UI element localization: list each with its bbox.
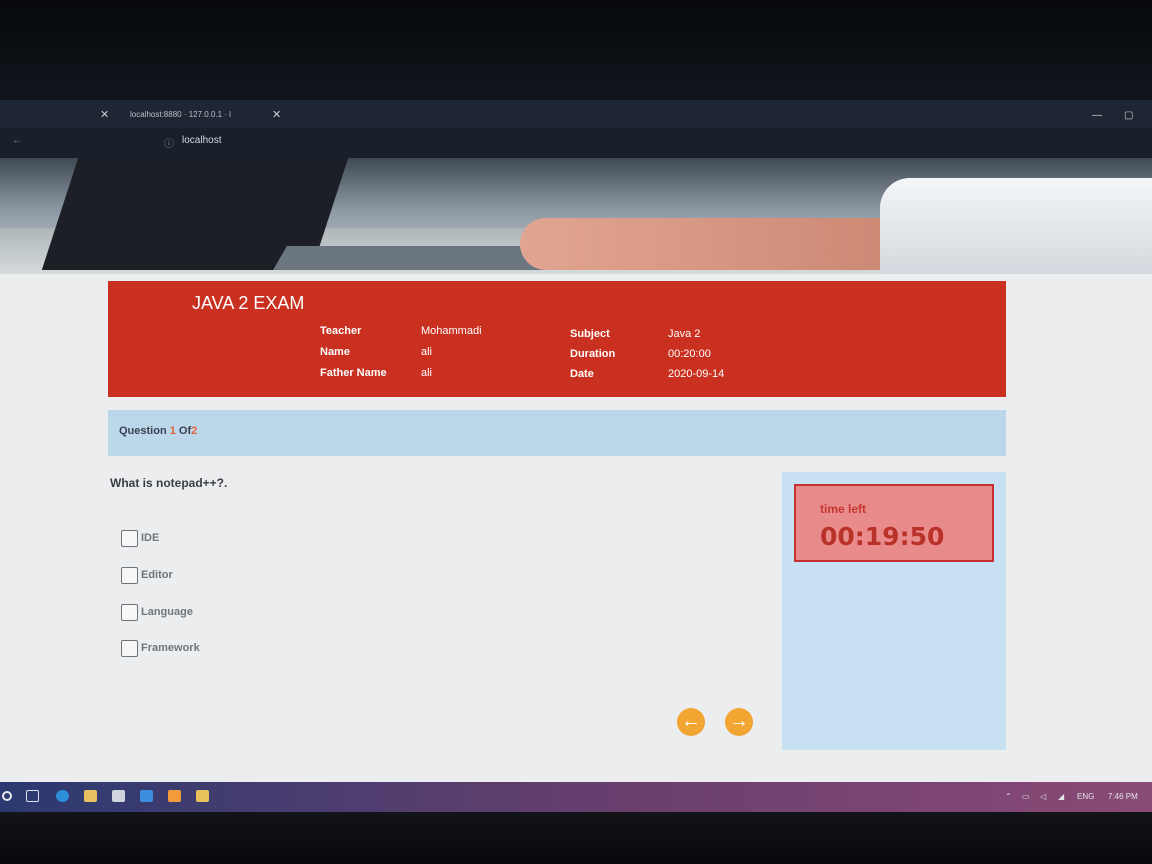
mail-icon[interactable] [140, 790, 153, 802]
arrow-right-icon: → [729, 710, 749, 732]
hero-hand [520, 218, 940, 270]
app-icon[interactable] [168, 790, 181, 802]
father-name-label: Father Name [320, 367, 387, 379]
name-label: Name [320, 346, 350, 358]
teacher-value: Mohammadi [421, 325, 482, 337]
close-tab-icon[interactable]: ✕ [100, 104, 109, 126]
screen: ✕ localhost:8880 · 127.0.0.1 · l ✕ — ▢ ←… [0, 100, 1152, 812]
previous-question-button[interactable]: ← [677, 708, 705, 736]
url-field[interactable]: localhost [182, 135, 221, 146]
timer-panel: time left 00:19:50 [782, 472, 1006, 750]
language-indicator[interactable]: ENG [1077, 792, 1094, 801]
info-icon: ⓘ [164, 139, 174, 150]
file-explorer-icon[interactable] [84, 790, 97, 802]
volume-icon[interactable]: ◁ [1040, 792, 1046, 801]
task-view-icon[interactable] [26, 790, 39, 802]
maximize-icon[interactable]: ▢ [1124, 110, 1133, 121]
question-counter-of: Of [178, 425, 192, 437]
option-label[interactable]: Language [141, 606, 193, 618]
option-label[interactable]: IDE [141, 532, 159, 544]
subject-label: Subject [570, 328, 610, 340]
hero-sleeve [880, 178, 1152, 274]
question-current: 1 [169, 425, 176, 437]
option-label[interactable]: Framework [141, 642, 200, 654]
tray-up-icon[interactable]: ⌃ [1005, 792, 1012, 801]
timer-box: time left 00:19:50 [794, 484, 994, 562]
edge-icon[interactable] [56, 790, 69, 802]
cortana-icon[interactable] [2, 791, 12, 801]
name-value: ali [421, 346, 433, 358]
timer-label: time left [820, 502, 867, 516]
question-progress-bar: Question 1 Of2 [108, 410, 1006, 456]
exam-header: JAVA 2 EXAM Teacher Mohammadi Name ali F… [108, 281, 1006, 397]
father-name-value: ali [421, 367, 433, 379]
duration-label: Duration [570, 348, 616, 360]
option-label[interactable]: Editor [141, 569, 173, 581]
close-tab-icon[interactable]: ✕ [272, 104, 281, 126]
windows-taskbar: ⌃ ▭ ◁ ◢ ENG 7:46 PM [0, 782, 1152, 812]
question-total: 2 [191, 425, 198, 437]
teacher-label: Teacher [320, 325, 362, 337]
option-checkbox[interactable] [121, 567, 138, 584]
option-checkbox[interactable] [121, 530, 138, 547]
monitor-bezel-bottom [0, 812, 1152, 864]
minimize-icon[interactable]: — [1092, 110, 1102, 121]
back-icon[interactable]: ← [12, 135, 22, 146]
question-text: What is notepad++?. [110, 476, 228, 490]
date-value: 2020-09-14 [668, 368, 725, 380]
hero-banner [0, 158, 1152, 274]
exam-title: JAVA 2 EXAM [192, 293, 305, 313]
address-bar: ← ⓘ localhost [0, 128, 1152, 158]
browser-tab[interactable]: localhost:8880 · 127.0.0.1 · l [130, 104, 231, 126]
browser-tab-bar: ✕ localhost:8880 · 127.0.0.1 · l ✕ — ▢ [0, 100, 1152, 128]
exam-content: JAVA 2 EXAM Teacher Mohammadi Name ali F… [0, 274, 1152, 782]
store-icon[interactable] [112, 790, 125, 802]
timer-value: 00:19:50 [820, 522, 945, 551]
arrow-left-icon: ← [681, 710, 701, 732]
network-icon[interactable]: ◢ [1058, 792, 1064, 801]
battery-icon[interactable]: ▭ [1022, 792, 1030, 801]
question-counter: Question 1 Of2 [119, 425, 197, 437]
monitor-bezel-top [0, 0, 1152, 100]
next-question-button[interactable]: → [725, 708, 753, 736]
duration-value: 00:20:00 [668, 348, 711, 360]
option-checkbox[interactable] [121, 604, 138, 621]
option-checkbox[interactable] [121, 640, 138, 657]
date-label: Date [570, 368, 594, 380]
clock[interactable]: 7:46 PM [1108, 792, 1138, 801]
question-counter-prefix: Question [119, 425, 167, 437]
subject-value: Java 2 [668, 328, 701, 340]
folder-icon[interactable] [196, 790, 209, 802]
